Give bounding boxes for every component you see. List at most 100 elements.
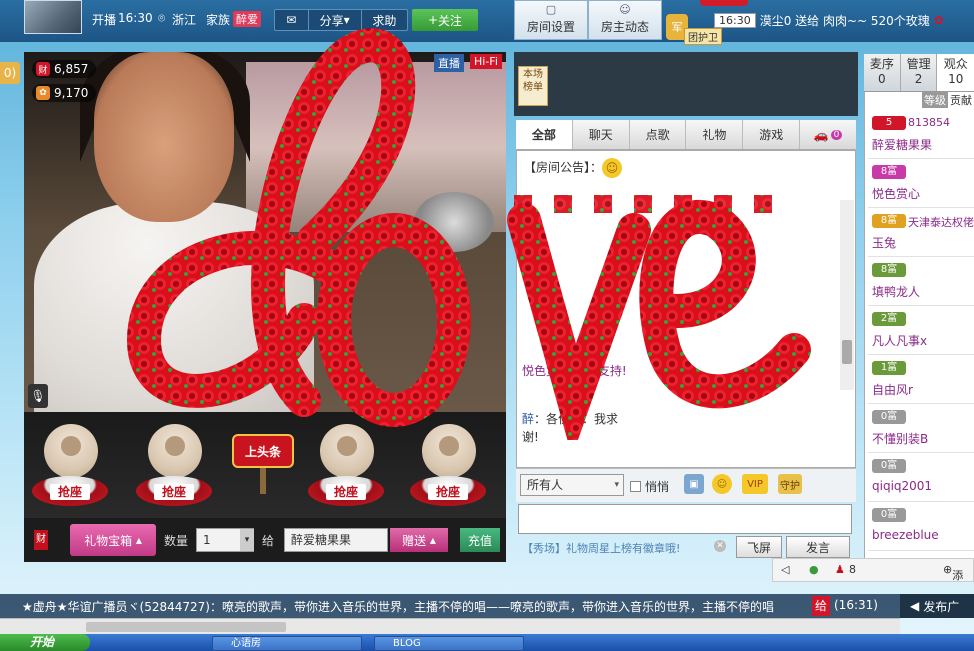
quantity-dropdown-icon[interactable]: ▾ [240,529,254,551]
tab-car[interactable]: 🚗 0 [800,120,856,149]
announcement: 【房间公告】： ☺ [524,158,623,178]
user-row[interactable]: 5 813854 醉爱糖果果 [868,110,974,159]
user-name[interactable]: qiqiq2001 [872,479,932,493]
tab-chat[interactable]: 聊天 [573,120,630,149]
user-row[interactable]: 0富 qiqiq2001 [868,453,974,502]
user-name[interactable]: 悦色赏心 [872,185,920,202]
image-icon[interactable]: ▣ [684,474,704,494]
grab-seat-button[interactable]: 抢座 [154,484,194,500]
hifi-badge[interactable]: Hi-Fi [470,54,502,69]
taskbar-item[interactable]: BLOG [374,636,524,651]
seat-1[interactable]: 抢座 [32,424,108,512]
seat-4[interactable]: 抢座 [410,424,486,512]
left-collapse-tab[interactable]: 0) [0,62,20,84]
wealth-level-badge: 5 [872,116,906,130]
gift-ticker: 16:30 漠尘0 送给 肉肉~~ 520个玫瑰 ✿ [714,10,944,30]
add-button[interactable]: ⊕ 添 [943,563,963,582]
chat-scrollbar[interactable] [840,200,854,390]
charm-stat: ✿ 9,170 [32,84,97,102]
emoji-icon[interactable]: ☺ [712,474,732,494]
tab-audience[interactable]: 观众 10 [937,54,974,91]
user-name[interactable]: 自由风r [872,381,913,398]
vip-icon[interactable]: VIP [742,474,768,494]
headline-post [260,468,266,494]
person-icon: ☺ [619,3,631,16]
video-stream[interactable] [24,52,506,412]
user-name[interactable]: breezeblue [872,528,939,542]
top-actions: ✉ 分享 ▾ 求助 [274,9,408,31]
close-icon[interactable]: ✕ [714,540,726,552]
recharge-button[interactable]: 充值 [460,528,500,552]
user-name[interactable]: 填鸭龙人 [872,283,920,300]
car-count: 0 [830,129,843,140]
user-extra: 天津泰达权佬 [908,216,974,229]
tab-admins[interactable]: 管理 2 [901,54,938,91]
recipient-dropdown[interactable]: 所有人 ▾ [520,474,624,496]
charm-icon: ✿ [36,86,50,100]
user-row[interactable]: 1富自由风r [868,355,974,404]
user-row[interactable]: 0富 不懂别装B [868,404,974,453]
tab-all[interactable]: 全部 [516,120,573,149]
broadcast-time: (16:31) [834,598,878,612]
share-button[interactable]: 分享 ▾ [309,10,362,30]
message-input[interactable] [518,504,852,534]
location-pin-icon: ⌾ [158,11,166,25]
car-icon: 🚗 [813,127,829,142]
send-gift-button[interactable]: 赠送 ▴ [390,528,448,552]
user-row[interactable]: 0富 breezeblue [868,502,974,551]
user-row[interactable]: 8富 天津泰达权佬 玉兔 [868,208,974,257]
whisper-checkbox[interactable]: 悄悄 [630,478,669,495]
grab-seat-button[interactable]: 抢座 [326,484,366,500]
wealth-level-badge: 0富 [872,508,906,522]
start-button[interactable]: 开始 [0,634,90,651]
user-name[interactable]: 玉兔 [872,234,896,251]
user-row[interactable]: 8富 填鸭龙人 [868,257,974,306]
guard-icon[interactable]: 守护 [778,474,802,494]
wealth-small-icon[interactable]: 财 [34,530,48,550]
host-news-button[interactable]: ☺ 房主动态 [588,0,662,40]
speak-button[interactable]: 发言 [786,536,850,558]
wealth-icon: 财 [36,62,50,76]
publish-broadcast-button[interactable]: ◀ 发布广 [900,594,974,618]
headline-button[interactable]: 上头条 [232,434,294,468]
microphone-icon[interactable]: 🎙 [28,384,48,408]
gift-box-button[interactable]: 礼物宝箱 ▴ [70,524,156,556]
host-avatar[interactable] [24,0,82,34]
wealth-level-badge: 0富 [872,459,906,473]
give-label: 给 [262,534,275,548]
family-badge[interactable]: 醉爱 [233,11,261,27]
seat-3[interactable]: 抢座 [308,424,384,512]
user-list-tabs: 麦序 0 管理 2 观众 10 [864,54,974,92]
user-name[interactable]: 凡人凡事x [872,332,927,349]
grab-seat-button[interactable]: 抢座 [428,484,468,500]
chat-message: 醉：各位亲：我求 谢! [522,412,619,444]
tab-song[interactable]: 点歌 [630,120,687,149]
smiley-icon: ☺ [602,158,623,178]
megaphone-icon: ◀ [910,599,920,613]
rank-list-tag[interactable]: 本场榜单 [518,66,548,106]
seat-2[interactable]: 抢座 [136,424,212,512]
tab-gift[interactable]: 礼物 [686,120,744,149]
tab-mic-queue[interactable]: 麦序 0 [864,54,901,91]
room-settings-button[interactable]: ▢ 房间设置 [514,0,588,40]
grab-seat-button[interactable]: 抢座 [50,484,90,500]
top-red-label [700,0,748,6]
recipient-select[interactable]: 醉爱糖果果 [284,528,388,552]
tab-game[interactable]: 游戏 [743,120,801,149]
horizontal-scrollbar[interactable] [0,618,900,634]
taskbar-item[interactable]: 心语房 [212,636,362,651]
follow-button[interactable]: + 关注 [412,9,478,31]
mail-icon[interactable]: ✉ [275,10,309,30]
help-button[interactable]: 求助 [362,10,407,30]
user-name[interactable]: 不懂别装B [872,430,928,447]
user-row[interactable]: 2富凡人凡事x [868,306,974,355]
user-name[interactable]: 醉爱糖果果 [872,136,932,153]
wealth-stat: 财 6,857 [32,60,97,78]
user-row[interactable]: 8富 悦色赏心 [868,159,974,208]
wealth-level-badge: 2富 [872,312,906,326]
chat-tabs: 全部 聊天 点歌 礼物 游戏 🚗 0 [516,120,856,150]
wealth-level-badge: 1富 [872,361,906,375]
fly-screen-button[interactable]: 飞屏 [736,536,782,558]
speaker-icon[interactable]: ◁ [781,563,789,576]
quantity-label: 数量 [164,534,189,548]
